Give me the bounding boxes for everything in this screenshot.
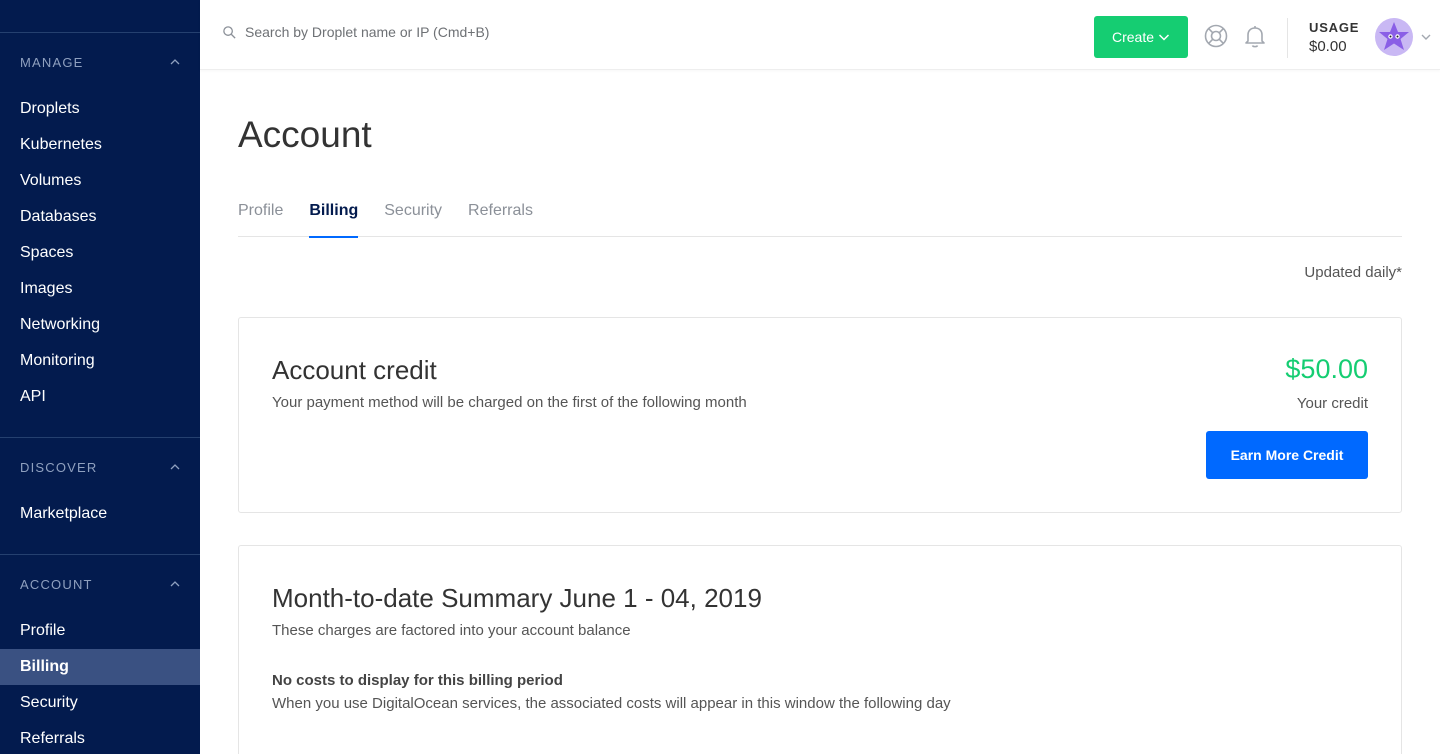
account-tabs: Profile Billing Security Referrals bbox=[238, 190, 1402, 238]
create-button[interactable]: Create bbox=[1094, 16, 1188, 58]
notification-bell-icon[interactable] bbox=[1242, 23, 1268, 49]
month-summary-card: Month-to-date Summary June 1 - 04, 2019 … bbox=[238, 545, 1402, 754]
usage-label: USAGE bbox=[1309, 20, 1360, 35]
page-title: Account bbox=[238, 114, 372, 155]
chevron-up-icon bbox=[170, 59, 180, 65]
tab-profile[interactable]: Profile bbox=[238, 190, 283, 237]
sidebar-item-droplets[interactable]: Droplets bbox=[0, 91, 200, 127]
divider bbox=[1287, 18, 1288, 58]
avatar-starfish-icon bbox=[1379, 22, 1409, 50]
sidebar-section-discover: DISCOVER Marketplace bbox=[0, 437, 200, 554]
sidebar-section-title: DISCOVER bbox=[20, 459, 98, 475]
sidebar-section-account: ACCOUNT Profile Billing Security Referra… bbox=[0, 554, 200, 754]
search-icon bbox=[223, 25, 236, 39]
updated-daily-note: Updated daily* bbox=[1304, 264, 1402, 281]
month-summary-subtitle: These charges are factored into your acc… bbox=[272, 622, 631, 639]
account-credit-subtitle: Your payment method will be charged on t… bbox=[272, 394, 747, 411]
sidebar-item-volumes[interactable]: Volumes bbox=[0, 163, 200, 199]
earn-more-credit-button[interactable]: Earn More Credit bbox=[1206, 431, 1368, 479]
no-costs-heading: No costs to display for this billing per… bbox=[272, 672, 563, 689]
sidebar-section-title: ACCOUNT bbox=[20, 576, 93, 592]
top-bar: Create USAGE $0.00 bbox=[200, 0, 1440, 70]
sidebar-section-header-manage[interactable]: MANAGE bbox=[0, 33, 200, 91]
chevron-up-icon bbox=[170, 464, 180, 470]
month-summary-title: Month-to-date Summary June 1 - 04, 2019 bbox=[272, 583, 762, 613]
search-bar bbox=[222, 24, 645, 40]
sidebar-item-billing[interactable]: Billing bbox=[0, 649, 200, 685]
sidebar-section-header-discover[interactable]: DISCOVER bbox=[0, 438, 200, 496]
sidebar-item-spaces[interactable]: Spaces bbox=[0, 235, 200, 271]
sidebar-item-kubernetes[interactable]: Kubernetes bbox=[0, 127, 200, 163]
avatar[interactable] bbox=[1375, 18, 1413, 56]
sidebar-section-title: MANAGE bbox=[20, 54, 84, 70]
account-credit-card: Account credit Your payment method will … bbox=[238, 317, 1402, 513]
credit-amount: $50.00 bbox=[1285, 354, 1368, 384]
sidebar-section-header-account[interactable]: ACCOUNT bbox=[0, 555, 200, 613]
sidebar: MANAGE Droplets Kubernetes Volumes Datab… bbox=[0, 0, 200, 754]
sidebar-item-monitoring[interactable]: Monitoring bbox=[0, 343, 200, 379]
chevron-up-icon bbox=[170, 581, 180, 587]
search-input[interactable] bbox=[245, 24, 645, 40]
sidebar-item-security[interactable]: Security bbox=[0, 685, 200, 721]
tab-security[interactable]: Security bbox=[384, 190, 442, 237]
create-button-label: Create bbox=[1111, 29, 1155, 45]
sidebar-item-api[interactable]: API bbox=[0, 379, 200, 415]
account-credit-title: Account credit bbox=[272, 355, 437, 385]
sidebar-item-referrals[interactable]: Referrals bbox=[0, 721, 200, 754]
sidebar-item-images[interactable]: Images bbox=[0, 271, 200, 307]
sidebar-item-profile[interactable]: Profile bbox=[0, 613, 200, 649]
usage-value[interactable]: $0.00 bbox=[1309, 38, 1347, 55]
sidebar-section-manage: MANAGE Droplets Kubernetes Volumes Datab… bbox=[0, 32, 200, 437]
main-content: Account Profile Billing Security Referra… bbox=[200, 70, 1440, 754]
tab-referrals[interactable]: Referrals bbox=[468, 190, 533, 237]
sidebar-item-marketplace[interactable]: Marketplace bbox=[0, 496, 200, 532]
chevron-down-icon bbox=[1158, 34, 1170, 41]
chevron-down-icon[interactable] bbox=[1420, 31, 1432, 43]
help-lifebuoy-icon[interactable] bbox=[1203, 23, 1229, 49]
no-costs-description: When you use DigitalOcean services, the … bbox=[272, 695, 951, 712]
sidebar-item-databases[interactable]: Databases bbox=[0, 199, 200, 235]
credit-amount-label: Your credit bbox=[1296, 395, 1368, 412]
sidebar-item-networking[interactable]: Networking bbox=[0, 307, 200, 343]
tab-billing[interactable]: Billing bbox=[309, 190, 358, 238]
